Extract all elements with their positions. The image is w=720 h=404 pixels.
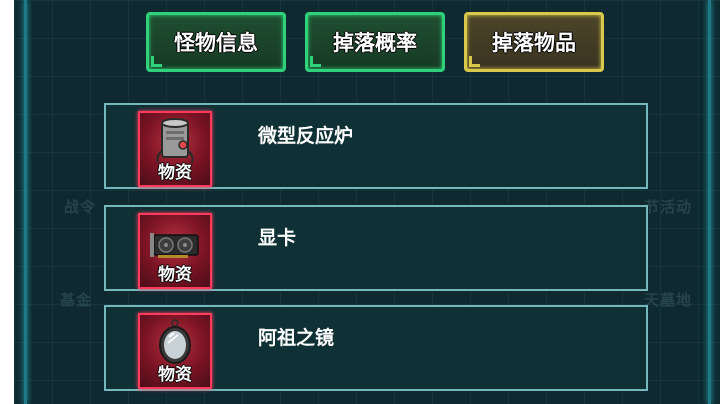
item-category-badge: 物资 <box>158 365 192 385</box>
tab-label: 掉落概率 <box>333 31 417 55</box>
tab-drop-probability[interactable]: 掉落概率 <box>305 12 445 72</box>
tab-corner-decoration <box>151 56 162 67</box>
background-label: 节活动 <box>644 198 693 216</box>
item-name: 微型反应炉 <box>258 125 354 147</box>
item-slot[interactable]: 物资 <box>138 313 212 389</box>
background-label: 天墓地 <box>644 291 693 309</box>
background-label: 基金 <box>60 291 93 309</box>
background-label: 战令 <box>64 198 97 216</box>
tab-corner-decoration <box>310 56 321 67</box>
item-category-badge: 物资 <box>158 163 192 183</box>
drop-panel: 战令 基金 节活动 天墓地 怪物信息 掉落概率 掉落物品 物资 微型反应炉 物资… <box>14 0 720 404</box>
list-item[interactable]: 物资 阿祖之镜 <box>104 305 648 391</box>
item-category-badge: 物资 <box>158 265 192 285</box>
item-slot[interactable]: 物资 <box>138 213 212 289</box>
tab-corner-decoration <box>469 56 480 67</box>
frame-border-left <box>24 0 27 404</box>
tab-drop-items[interactable]: 掉落物品 <box>464 12 604 72</box>
item-name: 阿祖之镜 <box>258 327 335 349</box>
list-item[interactable]: 物资 微型反应炉 <box>104 103 648 189</box>
tab-label: 怪物信息 <box>174 31 258 55</box>
item-name: 显卡 <box>258 227 297 249</box>
frame-border-right <box>708 0 711 404</box>
tab-label: 掉落物品 <box>492 31 576 55</box>
item-slot[interactable]: 物资 <box>138 111 212 187</box>
tab-monster-info[interactable]: 怪物信息 <box>146 12 286 72</box>
list-item[interactable]: 物资 显卡 <box>104 205 648 291</box>
